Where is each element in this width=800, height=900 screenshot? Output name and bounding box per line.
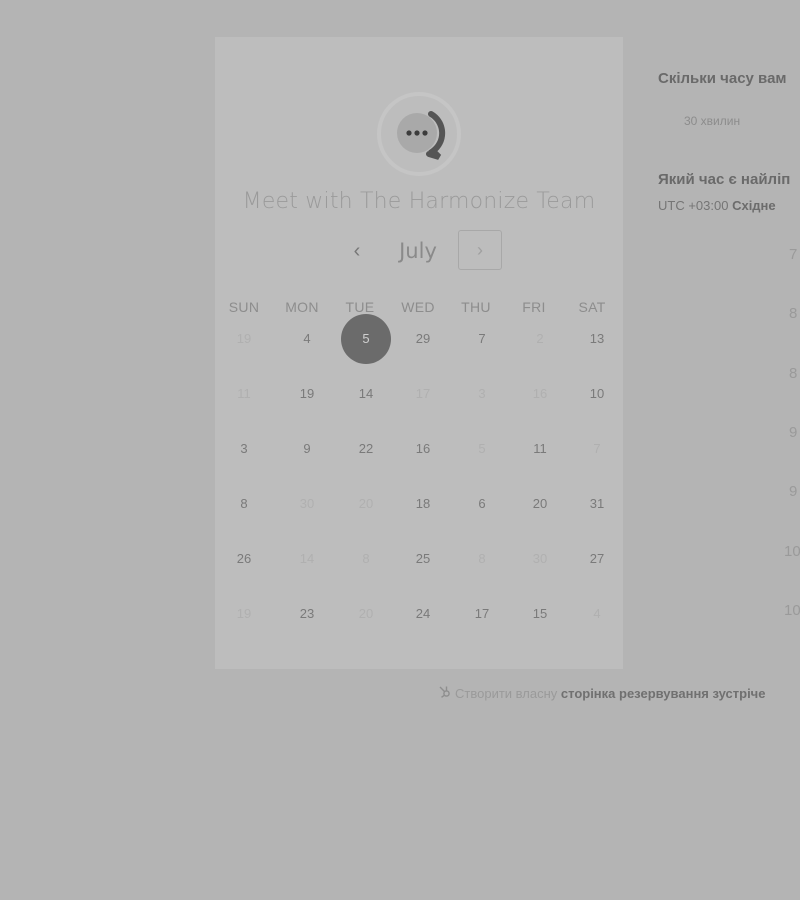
calendar-day[interactable]: 7 [457, 314, 507, 364]
prev-month-button[interactable]: ‹ [345, 238, 369, 264]
calendar-day: 11 [237, 386, 251, 401]
calendar-day[interactable]: 16 [398, 424, 448, 474]
calendar-day: 14 [299, 551, 315, 566]
calendar-day: 2 [536, 331, 544, 346]
calendar-day[interactable]: 3 [219, 424, 269, 474]
calendar-day[interactable]: 18 [398, 479, 448, 529]
calendar-day: 7 [593, 441, 601, 456]
calendar-day-selected[interactable]: 5 [341, 314, 391, 364]
calendar-day[interactable]: 23 [282, 589, 332, 639]
time-slot[interactable]: 10 [784, 543, 800, 560]
calendar-day[interactable]: 19 [282, 369, 332, 419]
footer-text: Створити власну [455, 686, 558, 701]
calendar-day[interactable]: 4 [282, 314, 332, 364]
booking-page-link[interactable]: сторінка резервування зустріче [561, 686, 766, 701]
time-slot[interactable]: 7 [789, 246, 800, 263]
weekday-tue: TUE [345, 299, 375, 315]
calendar-day: 3 [478, 386, 486, 401]
calendar-day: 4 [593, 606, 601, 621]
calendar-day[interactable]: 29 [398, 314, 448, 364]
calendar-day[interactable]: 27 [572, 534, 622, 584]
timezone-name: Східне [732, 198, 776, 213]
calendar-day: 5 [478, 441, 486, 456]
calendar-day: 30 [532, 551, 548, 566]
weekday-fri: FRI [522, 299, 546, 315]
duration-question: Скільки часу вам [658, 70, 787, 87]
time-slot[interactable]: 8 [789, 305, 800, 322]
calendar-day: 8 [478, 551, 486, 566]
time-slot[interactable]: 8 [789, 365, 800, 382]
meeting-title: Meet with The Harmonize Team [242, 189, 596, 214]
weekday-mon: MON [285, 299, 319, 315]
calendar-day[interactable]: 22 [341, 424, 391, 474]
time-slot[interactable]: 9 [789, 483, 800, 500]
weekday-wed: WED [401, 299, 435, 315]
calendar-day: 20 [358, 496, 374, 511]
calendar-day: 20 [358, 606, 374, 621]
calendar-day[interactable]: 31 [572, 479, 622, 529]
timezone-offset: UTC +03:00 [658, 198, 729, 213]
chat-logo-icon [377, 92, 461, 176]
weekday-sat: SAT [578, 299, 606, 315]
weekday-sun: SUN [228, 299, 260, 315]
calendar-day[interactable]: 14 [341, 369, 391, 419]
hubspot-sprocket-icon [438, 685, 451, 701]
calendar-day[interactable]: 11 [515, 424, 565, 474]
time-slot[interactable]: 9 [789, 424, 800, 441]
calendar-day[interactable]: 24 [398, 589, 448, 639]
month-navigation: ‹ July › [215, 230, 623, 274]
calendar-day[interactable]: 26 [219, 534, 269, 584]
month-label: July [399, 239, 437, 263]
calendar-day[interactable]: 13 [572, 314, 622, 364]
timezone-selector[interactable]: UTC +03:00 Східне [658, 198, 776, 213]
footer-promo: Створити власну сторінка резервування зу… [438, 685, 765, 701]
calendar-day[interactable]: 8 [219, 479, 269, 529]
calendar-day[interactable]: 9 [282, 424, 332, 474]
calendar-day[interactable]: 15 [515, 589, 565, 639]
time-question: Який час є найліп [658, 171, 791, 188]
calendar-day[interactable]: 10 [572, 369, 622, 419]
calendar-day: 17 [415, 386, 431, 401]
calendar-day: 16 [532, 386, 548, 401]
calendar-day: 19 [236, 606, 252, 621]
booking-card: Meet with The Harmonize Team ‹ July › SU… [215, 37, 623, 669]
duration-option[interactable]: 30 хвилин [684, 114, 740, 128]
time-slot[interactable]: 10 [784, 602, 800, 619]
calendar-day[interactable]: 25 [398, 534, 448, 584]
calendar-day: 8 [362, 551, 370, 566]
calendar-day[interactable]: 20 [515, 479, 565, 529]
calendar-day[interactable]: 17 [457, 589, 507, 639]
next-month-button[interactable]: › [458, 230, 502, 270]
calendar-day: 19 [236, 331, 252, 346]
calendar-day[interactable]: 6 [457, 479, 507, 529]
calendar-day: 30 [299, 496, 315, 511]
weekday-thu: THU [461, 299, 491, 315]
